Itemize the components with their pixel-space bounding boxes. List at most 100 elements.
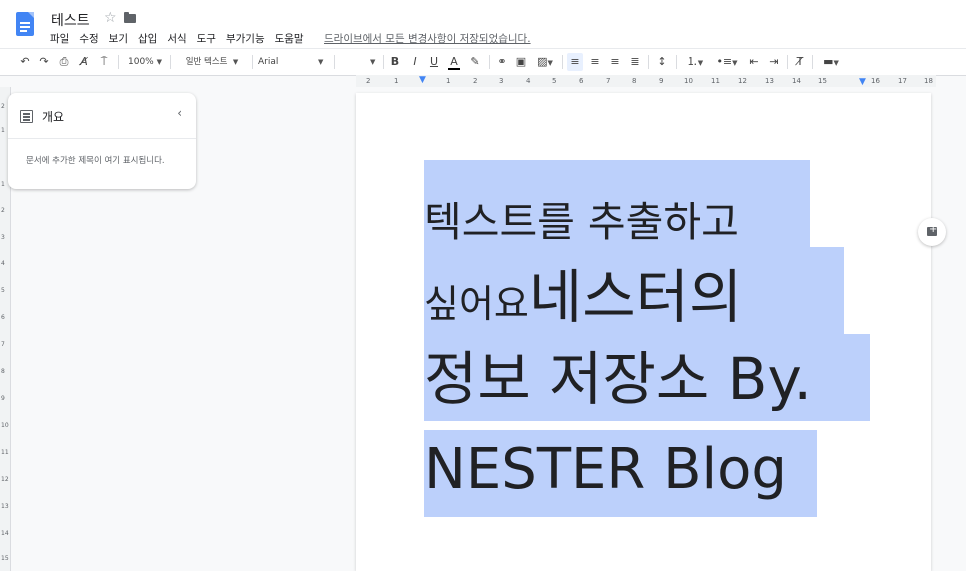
text-line-3[interactable]: 정보 저장소 By. [424, 334, 870, 421]
toolbar: ↶ ↷ ⎙ A̸ ⍑ 100% ▼ 일반 텍스트 ▼ Arial ▼ ▼ B I … [0, 48, 966, 76]
ruler-mark: 15 [818, 77, 827, 85]
save-status-link[interactable]: 드라이브에서 모든 변경사항이 저장되었습니다. [324, 31, 531, 46]
font-value: Arial [258, 57, 279, 67]
ruler-mark: 16 [871, 77, 880, 85]
toolbar-divider [118, 55, 119, 69]
underline-button[interactable]: U [428, 53, 440, 71]
align-right-icon[interactable]: ≡ [608, 53, 622, 71]
ruler-mark: 10 [1, 422, 9, 429]
align-center-icon[interactable]: ≡ [588, 53, 602, 71]
menu-edit[interactable]: 수정 [79, 31, 98, 46]
ruler-mark: 11 [1, 449, 9, 456]
chevron-down-icon: ▼ [833, 59, 839, 67]
ruler-mark: 15 [1, 555, 9, 562]
ruler-mark: 3 [499, 77, 504, 85]
italic-button[interactable]: I [409, 53, 421, 71]
decrease-indent-icon[interactable]: ⇤ [747, 53, 761, 71]
chevron-down-icon: ▼ [232, 58, 239, 66]
menu-addons[interactable]: 부가기능 [226, 31, 265, 46]
zoom-select[interactable]: 100% ▼ [124, 53, 166, 71]
scrollbar-track[interactable] [955, 87, 966, 571]
font-select[interactable]: Arial ▼ [258, 53, 330, 71]
input-tools-icon[interactable]: ▬▼ [818, 53, 844, 71]
chevron-down-icon: ▼ [732, 59, 738, 67]
ruler-mark: 12 [1, 476, 9, 483]
text-run: 네스터의 [528, 263, 743, 331]
toolbar-divider [562, 55, 563, 69]
print-icon[interactable]: ⎙ [57, 53, 71, 71]
ruler-mark: 2 [366, 77, 371, 85]
horizontal-ruler[interactable]: 2 1 ▼ 1 2 3 4 5 6 7 8 9 10 11 12 13 14 1… [356, 75, 936, 87]
chevron-down-icon: ▼ [370, 58, 376, 66]
text-line-1[interactable]: 텍스트를 추출하고 [424, 160, 810, 247]
ruler-mark: 7 [606, 77, 611, 85]
paragraph-style-select[interactable]: 일반 텍스트 ▼ [176, 53, 248, 71]
text-line-4[interactable]: NESTER Blog [424, 430, 817, 517]
menu-help[interactable]: 도움말 [275, 31, 304, 46]
menu-insert[interactable]: 삽입 [138, 31, 157, 46]
document-outline-panel: 개요 ‹ 문서에 추가한 제목이 여기 표시됩니다. [8, 93, 196, 189]
indent-marker-icon[interactable]: ▼ [419, 75, 426, 85]
text-run: NESTER Blog [424, 437, 787, 502]
menu-file[interactable]: 파일 [50, 31, 69, 46]
text-run: 정보 저장소 By. [424, 345, 812, 413]
chevron-left-icon[interactable]: ‹ [177, 106, 182, 120]
highlight-pen-icon[interactable]: ✎ [468, 53, 482, 71]
font-size-select[interactable]: ▼ [340, 53, 380, 71]
link-icon[interactable]: ⚭ [495, 53, 509, 71]
ruler-mark: 1 [394, 77, 399, 85]
align-justify-icon[interactable]: ≣ [628, 53, 642, 71]
ruler-mark: 12 [738, 77, 747, 85]
add-comment-button[interactable] [918, 218, 946, 246]
star-icon[interactable]: ☆ [104, 10, 117, 26]
text-color-button[interactable]: A [448, 53, 460, 70]
menu-bar: 파일 수정 보기 삽입 서식 도구 부가기능 도움말 [50, 31, 314, 46]
add-comment-icon[interactable]: ▣ [514, 53, 528, 71]
insert-image-icon[interactable]: ▨▼ [534, 53, 556, 71]
ruler-mark: 9 [659, 77, 664, 85]
ruler-mark: 9 [1, 395, 5, 402]
toolbar-divider [787, 55, 788, 69]
ruler-mark: 18 [924, 77, 933, 85]
toolbar-divider [489, 55, 490, 69]
align-left-icon[interactable]: ≡ [567, 53, 583, 71]
bold-button[interactable]: B [389, 53, 401, 71]
numbered-list-icon[interactable]: ⒈▼ [682, 53, 708, 71]
redo-icon[interactable]: ↷ [37, 53, 51, 71]
outline-title: 개요 [42, 110, 65, 124]
text-line-2[interactable]: 싶어요 네스터의 [424, 247, 844, 334]
ruler-mark: 5 [552, 77, 557, 85]
toolbar-divider [252, 55, 253, 69]
line-spacing-icon[interactable]: ↕ [655, 53, 669, 71]
toolbar-divider [676, 55, 677, 69]
right-indent-marker-icon[interactable]: ▼ [859, 77, 866, 87]
outline-empty-hint: 문서에 추가한 제목이 여기 표시됩니다. [26, 156, 165, 166]
toolbar-divider [334, 55, 335, 69]
increase-indent-icon[interactable]: ⇥ [767, 53, 781, 71]
ruler-mark: 4 [1, 260, 5, 267]
paint-format-icon[interactable]: ⍑ [97, 53, 111, 71]
chevron-down-icon: ▼ [697, 59, 704, 67]
chevron-down-icon: ▼ [547, 59, 553, 67]
google-docs-logo-icon[interactable] [16, 12, 34, 36]
zoom-value: 100% [128, 57, 154, 67]
toolbar-divider [170, 55, 171, 69]
ruler-mark: 4 [526, 77, 531, 85]
ruler-mark: 1 [1, 181, 5, 188]
ruler-mark: 11 [711, 77, 720, 85]
ruler-mark: 14 [1, 530, 9, 537]
clear-formatting-icon[interactable]: T̸ [793, 53, 807, 71]
toolbar-divider [812, 55, 813, 69]
ruler-mark: 1 [446, 77, 451, 85]
menu-view[interactable]: 보기 [109, 31, 128, 46]
ruler-mark: 2 [1, 207, 5, 214]
document-title[interactable]: 테스트 [51, 10, 90, 30]
folder-icon[interactable] [124, 12, 136, 23]
menu-tools[interactable]: 도구 [197, 31, 216, 46]
undo-icon[interactable]: ↶ [18, 53, 32, 71]
bulleted-list-icon[interactable]: •≡▼ [714, 53, 740, 71]
spellcheck-icon[interactable]: A̸ [77, 53, 91, 71]
menu-format[interactable]: 서식 [167, 31, 186, 46]
ruler-mark: 6 [1, 314, 5, 321]
ruler-mark: 7 [1, 341, 5, 348]
